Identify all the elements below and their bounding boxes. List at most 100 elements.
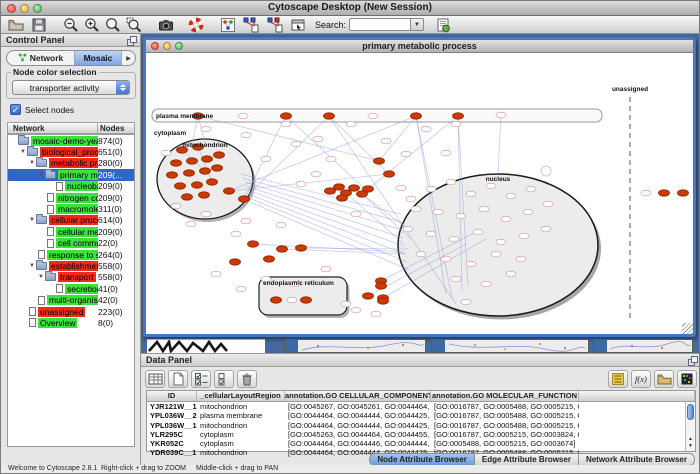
table-cell[interactable]: [GO:0016787, GO:0005488, GO:0005215, G..… bbox=[431, 411, 579, 420]
network-node[interactable] bbox=[426, 231, 436, 237]
network-node-selected-category[interactable] bbox=[212, 165, 223, 171]
expand-toggle-icon[interactable]: ▼ bbox=[37, 274, 45, 280]
network-node[interactable] bbox=[516, 256, 526, 262]
import-attributes-icon[interactable] bbox=[654, 370, 674, 388]
expand-toggle-icon[interactable]: ▼ bbox=[28, 217, 36, 223]
network-node[interactable] bbox=[506, 271, 516, 277]
network-node[interactable] bbox=[641, 190, 651, 196]
float-panel-icon[interactable] bbox=[688, 356, 698, 369]
tree-row[interactable]: nitrogen compo209(0) bbox=[8, 192, 134, 203]
network-node-selected-category[interactable] bbox=[171, 160, 182, 166]
table-row[interactable]: YLR295Ccytoplasm[GO:0045263, GO:0044464,… bbox=[147, 430, 695, 439]
tree-row[interactable]: ▼primary metabol209(... bbox=[8, 169, 134, 180]
tree-row[interactable]: macromolecule311(0) bbox=[8, 203, 134, 214]
network-node-selected-category[interactable] bbox=[224, 188, 235, 194]
table-cell[interactable] bbox=[579, 421, 695, 430]
network-node-selected-category[interactable] bbox=[378, 298, 389, 304]
zoom-fit-icon[interactable] bbox=[104, 17, 122, 33]
table-cell[interactable]: YKR052C bbox=[147, 439, 197, 448]
table-scrollbar[interactable]: ▲▼ bbox=[685, 402, 695, 451]
network-window-titlebar[interactable]: primary metabolic process bbox=[146, 40, 693, 53]
select-nodes-checkbox[interactable]: ✓ bbox=[10, 104, 21, 115]
tree-row[interactable]: ▼establishment of lo558(0) bbox=[8, 260, 134, 271]
network-node-selected-category[interactable] bbox=[363, 186, 374, 192]
network-node-selected-category[interactable] bbox=[678, 190, 689, 196]
network-node-selected-category[interactable] bbox=[192, 182, 203, 188]
node-color-dropdown[interactable]: transporter activity bbox=[12, 80, 130, 95]
plugin-manager-icon[interactable] bbox=[434, 17, 452, 33]
network-node[interactable] bbox=[506, 193, 516, 199]
table-cell[interactable] bbox=[579, 411, 695, 420]
network-node[interactable] bbox=[461, 299, 471, 305]
network-node[interactable] bbox=[321, 266, 331, 272]
network-node-selected-category[interactable] bbox=[453, 113, 464, 119]
network-node-selected-category[interactable] bbox=[337, 195, 348, 201]
network-node-selected-category[interactable] bbox=[202, 156, 213, 162]
network-node[interactable] bbox=[238, 113, 248, 119]
network-node[interactable] bbox=[371, 311, 381, 317]
snapshot-camera-icon[interactable] bbox=[157, 17, 175, 33]
network-node[interactable] bbox=[523, 209, 533, 215]
tree-row[interactable]: nucleobase-209(0) bbox=[8, 181, 134, 192]
background-window-thumbnail[interactable] bbox=[284, 339, 426, 353]
attribute-checks-icon[interactable] bbox=[214, 370, 234, 388]
network-node-selected-category[interactable] bbox=[264, 256, 275, 262]
scrollbar-thumb[interactable] bbox=[687, 404, 694, 420]
network-node[interactable] bbox=[326, 156, 336, 162]
network-node[interactable] bbox=[441, 150, 451, 156]
network-node[interactable] bbox=[446, 179, 456, 185]
save-icon[interactable] bbox=[30, 17, 48, 33]
column-header[interactable]: _cellularLayoutRegion bbox=[197, 391, 285, 401]
column-header[interactable] bbox=[579, 391, 695, 401]
expand-toggle-icon[interactable]: ▼ bbox=[19, 149, 27, 155]
network-node[interactable] bbox=[261, 156, 271, 162]
network-node-selected-category[interactable] bbox=[207, 179, 218, 185]
network-node-selected-category[interactable] bbox=[659, 190, 670, 196]
network-node-selected-category[interactable] bbox=[281, 113, 292, 119]
network-node[interactable] bbox=[161, 150, 171, 156]
table-cell[interactable]: [GO:0045263, GO:0044464, GO:0044455, G..… bbox=[285, 430, 431, 439]
network-node-selected-category[interactable] bbox=[248, 241, 259, 247]
tree-row[interactable]: unassigned223(0) bbox=[8, 306, 134, 317]
zoom-selected-region-icon[interactable] bbox=[125, 17, 143, 33]
tree-row[interactable]: response to stimulu264(0) bbox=[8, 249, 134, 260]
network-node[interactable] bbox=[368, 113, 378, 119]
float-panel-icon[interactable] bbox=[127, 36, 137, 49]
network-node-selected-category[interactable] bbox=[214, 152, 225, 158]
table-row[interactable]: YPL036W__1mitochondrion[GO:0044464, GO:0… bbox=[147, 421, 695, 430]
tree-column-network[interactable]: Network bbox=[8, 123, 97, 133]
tree-row[interactable]: ▼biological_process651(0) bbox=[8, 146, 134, 157]
column-header[interactable]: annotation.GO CELLULAR_COMPONENT bbox=[285, 391, 431, 401]
network-node-selected-category[interactable] bbox=[175, 183, 186, 189]
network-node[interactable] bbox=[351, 211, 361, 217]
tree-row[interactable]: ▼cellular process614(0) bbox=[8, 215, 134, 226]
layout-annotations-icon[interactable] bbox=[242, 17, 260, 33]
network-node[interactable] bbox=[441, 256, 451, 262]
table-cell[interactable]: [GO:0005488, GO:0005215, GO:0003674] bbox=[431, 439, 579, 448]
zoom-out-icon[interactable] bbox=[62, 17, 80, 33]
network-node[interactable] bbox=[466, 261, 476, 267]
network-graph[interactable]: plasma membranecytoplasmmitochondrionnuc… bbox=[146, 53, 693, 334]
table-cell[interactable]: [GO:0044464, GO:0044444, GO:0044425, G..… bbox=[285, 411, 431, 420]
network-node[interactable] bbox=[313, 136, 323, 142]
tree-row[interactable]: ▼metabolic process280(0) bbox=[8, 158, 134, 169]
network-node-selected-category[interactable] bbox=[411, 113, 422, 119]
network-node-selected-category[interactable] bbox=[200, 168, 211, 174]
network-node[interactable] bbox=[296, 181, 306, 187]
function-builder-icon[interactable]: f(x) bbox=[631, 370, 651, 388]
network-node[interactable] bbox=[276, 222, 286, 228]
network-node-selected-category[interactable] bbox=[334, 184, 345, 190]
network-node[interactable] bbox=[201, 211, 211, 217]
network-node-selected-category[interactable] bbox=[230, 259, 241, 265]
network-node[interactable] bbox=[451, 276, 461, 282]
tab-scroll-right-icon[interactable]: ▶ bbox=[122, 51, 135, 65]
network-node[interactable] bbox=[416, 251, 426, 257]
background-window-thumbnail[interactable] bbox=[593, 339, 693, 353]
network-node[interactable] bbox=[481, 281, 491, 287]
new-attribute-icon[interactable] bbox=[168, 370, 188, 388]
network-node-selected-category[interactable] bbox=[271, 297, 282, 303]
network-node[interactable] bbox=[486, 183, 496, 189]
attribute-list-icon[interactable] bbox=[608, 370, 628, 388]
network-node[interactable] bbox=[451, 121, 461, 127]
network-node-selected-category[interactable] bbox=[324, 113, 335, 119]
